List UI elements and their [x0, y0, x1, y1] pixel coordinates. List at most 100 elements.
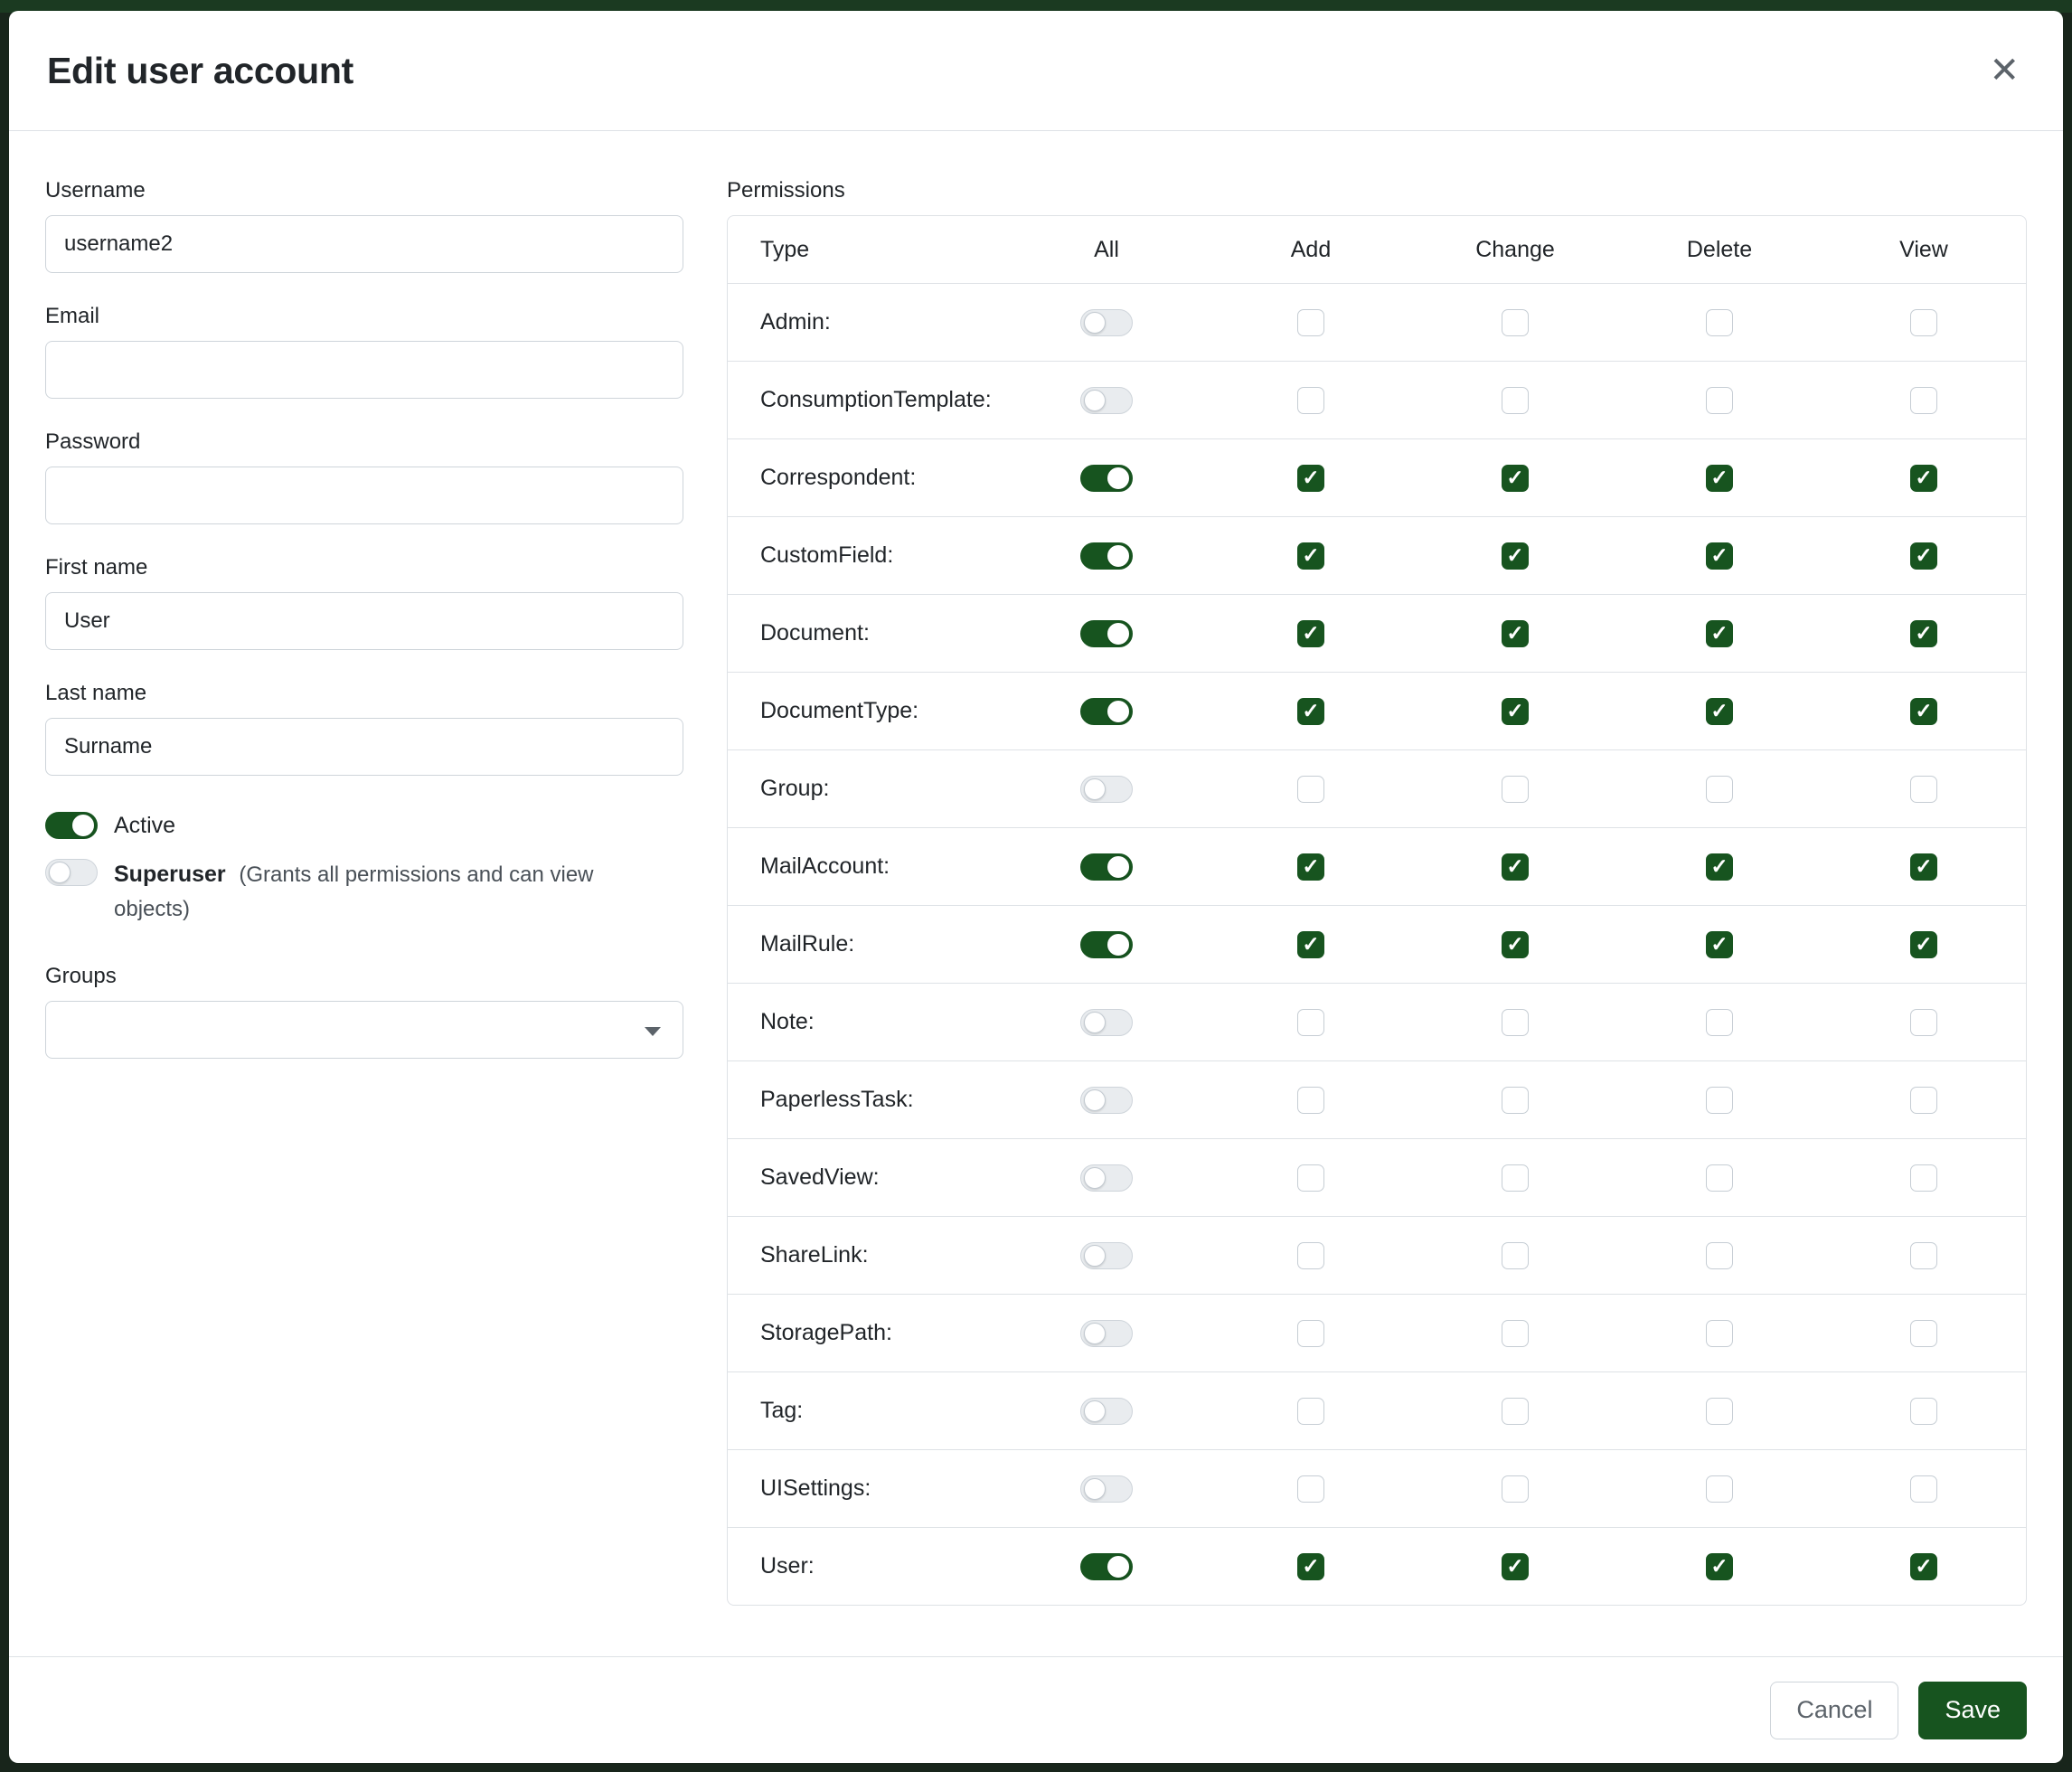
permission-all-toggle[interactable]: [1080, 1242, 1133, 1269]
permission-change-checkbox[interactable]: [1502, 1087, 1529, 1114]
permission-change-checkbox[interactable]: [1502, 776, 1529, 803]
permission-view-checkbox[interactable]: [1910, 1164, 1937, 1192]
permission-all-toggle[interactable]: [1080, 1475, 1133, 1503]
superuser-toggle[interactable]: [45, 859, 98, 886]
last-name-label: Last name: [45, 681, 683, 706]
permission-all-toggle[interactable]: [1080, 1164, 1133, 1192]
permission-add-checkbox[interactable]: [1297, 1398, 1324, 1425]
permission-add-checkbox[interactable]: [1297, 309, 1324, 336]
permission-add-checkbox[interactable]: [1297, 465, 1324, 492]
permission-add-checkbox[interactable]: [1297, 776, 1324, 803]
permission-change-checkbox[interactable]: [1502, 309, 1529, 336]
permission-all-toggle[interactable]: [1080, 1087, 1133, 1114]
permission-all-toggle[interactable]: [1080, 542, 1133, 570]
permission-delete-checkbox[interactable]: [1706, 1164, 1733, 1192]
permission-all-toggle[interactable]: [1080, 465, 1133, 492]
permission-delete-checkbox[interactable]: [1706, 1242, 1733, 1269]
permission-delete-checkbox[interactable]: [1706, 1320, 1733, 1347]
permission-change-checkbox[interactable]: [1502, 1320, 1529, 1347]
permission-add-checkbox[interactable]: [1297, 1164, 1324, 1192]
permission-view-checkbox[interactable]: [1910, 853, 1937, 881]
permission-delete-checkbox[interactable]: [1706, 465, 1733, 492]
permission-add-checkbox[interactable]: [1297, 387, 1324, 414]
permission-view-checkbox[interactable]: [1910, 309, 1937, 336]
permission-delete-checkbox[interactable]: [1706, 620, 1733, 647]
permission-view-checkbox[interactable]: [1910, 1553, 1937, 1580]
permission-change-checkbox[interactable]: [1502, 931, 1529, 958]
permission-delete-checkbox[interactable]: [1706, 1475, 1733, 1503]
last-name-input[interactable]: [45, 718, 683, 776]
permission-delete-checkbox[interactable]: [1706, 1087, 1733, 1114]
groups-select[interactable]: [45, 1001, 683, 1059]
permission-view-checkbox[interactable]: [1910, 542, 1937, 570]
permission-add-checkbox[interactable]: [1297, 698, 1324, 725]
permission-all-toggle[interactable]: [1080, 309, 1133, 336]
permission-all-toggle[interactable]: [1080, 698, 1133, 725]
permission-delete-checkbox[interactable]: [1706, 853, 1733, 881]
permission-delete-checkbox[interactable]: [1706, 1009, 1733, 1036]
permission-all-toggle[interactable]: [1080, 931, 1133, 958]
permission-type-label: Correspondent:: [728, 465, 1004, 491]
permission-add-checkbox[interactable]: [1297, 542, 1324, 570]
permission-change-checkbox[interactable]: [1502, 1398, 1529, 1425]
permission-add-checkbox[interactable]: [1297, 1009, 1324, 1036]
permission-change-checkbox[interactable]: [1502, 542, 1529, 570]
permission-change-checkbox[interactable]: [1502, 1164, 1529, 1192]
permission-all-toggle[interactable]: [1080, 620, 1133, 647]
permission-delete-checkbox[interactable]: [1706, 776, 1733, 803]
permission-change-checkbox[interactable]: [1502, 620, 1529, 647]
first-name-input[interactable]: [45, 592, 683, 650]
permission-delete-checkbox[interactable]: [1706, 542, 1733, 570]
permission-view-checkbox[interactable]: [1910, 1242, 1937, 1269]
permission-view-checkbox[interactable]: [1910, 1475, 1937, 1503]
toggle-knob: [49, 862, 71, 883]
permission-view-checkbox[interactable]: [1910, 465, 1937, 492]
email-input[interactable]: [45, 341, 683, 399]
permission-all-toggle[interactable]: [1080, 1009, 1133, 1036]
cancel-button[interactable]: Cancel: [1770, 1682, 1898, 1739]
permission-delete-checkbox[interactable]: [1706, 387, 1733, 414]
permission-view-checkbox[interactable]: [1910, 931, 1937, 958]
password-input[interactable]: [45, 467, 683, 524]
permission-change-checkbox[interactable]: [1502, 1242, 1529, 1269]
permission-view-checkbox[interactable]: [1910, 1320, 1937, 1347]
permission-change-checkbox[interactable]: [1502, 1009, 1529, 1036]
permission-all-toggle[interactable]: [1080, 776, 1133, 803]
permission-add-checkbox[interactable]: [1297, 1320, 1324, 1347]
active-toggle[interactable]: [45, 812, 98, 839]
permission-view-checkbox[interactable]: [1910, 387, 1937, 414]
permission-delete-checkbox[interactable]: [1706, 1398, 1733, 1425]
permission-add-checkbox[interactable]: [1297, 1475, 1324, 1503]
permission-add-checkbox[interactable]: [1297, 1553, 1324, 1580]
permission-add-checkbox[interactable]: [1297, 620, 1324, 647]
permission-all-toggle[interactable]: [1080, 1553, 1133, 1580]
permission-view-checkbox[interactable]: [1910, 1398, 1937, 1425]
permission-delete-checkbox[interactable]: [1706, 698, 1733, 725]
permission-row: MailAccount:: [728, 827, 2026, 905]
permission-add-checkbox[interactable]: [1297, 1087, 1324, 1114]
username-input[interactable]: [45, 215, 683, 273]
permission-change-checkbox[interactable]: [1502, 1553, 1529, 1580]
permission-change-checkbox[interactable]: [1502, 387, 1529, 414]
permission-view-checkbox[interactable]: [1910, 1009, 1937, 1036]
permission-delete-checkbox[interactable]: [1706, 1553, 1733, 1580]
permission-change-checkbox[interactable]: [1502, 853, 1529, 881]
permission-delete-checkbox[interactable]: [1706, 309, 1733, 336]
permission-delete-checkbox[interactable]: [1706, 931, 1733, 958]
permission-change-checkbox[interactable]: [1502, 698, 1529, 725]
permission-view-checkbox[interactable]: [1910, 776, 1937, 803]
save-button[interactable]: Save: [1918, 1682, 2027, 1739]
permission-change-checkbox[interactable]: [1502, 465, 1529, 492]
permission-view-checkbox[interactable]: [1910, 698, 1937, 725]
permission-add-checkbox[interactable]: [1297, 853, 1324, 881]
permission-all-toggle[interactable]: [1080, 387, 1133, 414]
permission-all-toggle[interactable]: [1080, 1320, 1133, 1347]
permission-all-toggle[interactable]: [1080, 1398, 1133, 1425]
close-icon[interactable]: ✕: [1983, 47, 2025, 94]
permission-change-checkbox[interactable]: [1502, 1475, 1529, 1503]
permission-all-toggle[interactable]: [1080, 853, 1133, 881]
permission-view-checkbox[interactable]: [1910, 620, 1937, 647]
permission-add-checkbox[interactable]: [1297, 1242, 1324, 1269]
permission-add-checkbox[interactable]: [1297, 931, 1324, 958]
permission-view-checkbox[interactable]: [1910, 1087, 1937, 1114]
